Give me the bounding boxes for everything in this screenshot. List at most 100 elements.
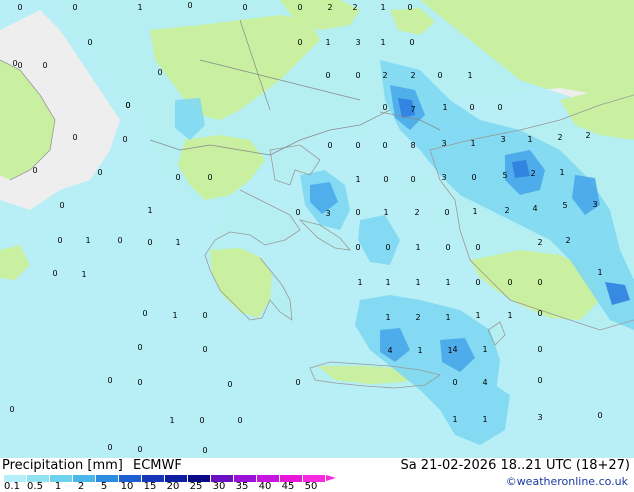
legend-color-bar: [4, 475, 336, 482]
grid-value-label: 0: [57, 236, 62, 245]
legend-tick-label: 10: [120, 481, 134, 492]
grid-value-label: 0: [137, 378, 142, 387]
grid-value-label: 0: [157, 68, 162, 77]
grid-value-label: 1: [442, 103, 447, 112]
grid-value-label: 0: [409, 38, 414, 47]
grid-value-label: 0: [507, 278, 512, 287]
grid-value-label: 2: [382, 71, 387, 80]
grid-value-label: 0: [407, 3, 412, 12]
grid-value-label: 0: [325, 71, 330, 80]
grid-value-label: 0: [175, 173, 180, 182]
grid-value-label: 2: [504, 206, 509, 215]
grid-value-label: 0: [537, 278, 542, 287]
grid-value-label: 0: [382, 103, 387, 112]
grid-value-label: 0: [199, 416, 204, 425]
legend-tick-label: 35: [235, 481, 249, 492]
grid-value-label: 1: [85, 236, 90, 245]
grid-value-label: 0: [32, 166, 37, 175]
grid-value-label: 0: [410, 175, 415, 184]
grid-value-label: 1: [482, 345, 487, 354]
grid-value-label: 1: [385, 313, 390, 322]
legend-tick-label: 45: [281, 481, 295, 492]
grid-value-label: 2: [327, 3, 332, 12]
grid-value-label: 0: [444, 208, 449, 217]
grid-value-label: 1: [452, 415, 457, 424]
grid-value-label: 0: [355, 141, 360, 150]
grid-value-label: 2: [537, 238, 542, 247]
grid-value-label: 1: [175, 238, 180, 247]
valid-time-label: Sa 21-02-2026 18..21 UTC (18+27): [400, 458, 630, 473]
grid-value-label: 2: [410, 71, 415, 80]
grid-value-label: 1: [137, 3, 142, 12]
grid-value-label: 0: [597, 411, 602, 420]
grid-value-label: 0: [97, 168, 102, 177]
legend-tick-label: 1: [54, 481, 62, 492]
grid-value-label: 3: [500, 135, 505, 144]
grid-value-label: 1: [597, 268, 602, 277]
grid-value-label: 0: [107, 443, 112, 452]
grid-value-label: 1: [445, 278, 450, 287]
grid-value-label: 1: [467, 71, 472, 80]
map-title: Precipitation [mm] ECMWF: [2, 458, 182, 473]
grid-value-label: 0: [137, 445, 142, 454]
legend-tick-label: 15: [143, 481, 157, 492]
grid-value-label: 1: [472, 207, 477, 216]
legend-swatch: [50, 475, 73, 482]
legend-tick-label: 40: [258, 481, 272, 492]
grid-value-label: 2: [415, 313, 420, 322]
grid-value-label: 0: [202, 446, 207, 455]
grid-value-label: 2: [557, 133, 562, 142]
grid-value-label: 0: [72, 3, 77, 12]
grid-value-label: 1: [325, 38, 330, 47]
grid-value-label: 0: [227, 380, 232, 389]
grid-value-label: 0: [122, 135, 127, 144]
grid-value-label: 0: [237, 416, 242, 425]
grid-value-label: 5: [562, 201, 567, 210]
grid-value-label: 3: [441, 139, 446, 148]
legend-swatch: [96, 475, 119, 482]
precipitation-map: 0 0 1 0 0 0 2 2 1 0 0 0 0 0 1 3 1 0 0 0 0 0 2 2 0 1 0 0 0 7 1 0 0 0 0 0 0 0 8 3…: [0, 0, 634, 458]
grid-value-label: 0: [242, 3, 247, 12]
grid-value-label: 0: [355, 71, 360, 80]
grid-value-label: 4: [482, 378, 487, 387]
legend-arrow-tip: [326, 475, 336, 481]
grid-value-label: 0: [355, 243, 360, 252]
grid-value-label: 0: [12, 59, 17, 68]
grid-value-label: 2: [585, 131, 590, 140]
grid-value-label: 2: [530, 169, 535, 178]
grid-value-label: 0: [295, 208, 300, 217]
grid-value-label: 0: [437, 71, 442, 80]
legend-tick-label: 20: [166, 481, 180, 492]
grid-value-label: 3: [441, 173, 446, 182]
grid-value-label: 0: [471, 173, 476, 182]
grid-value-label: 1: [417, 346, 422, 355]
grid-value-label: 0: [72, 133, 77, 142]
grid-value-label: 1: [172, 311, 177, 320]
grid-value-label: 8: [410, 141, 415, 150]
grid-value-label: 2: [414, 208, 419, 217]
grid-value-label: 0: [327, 141, 332, 150]
grid-value-label: 0: [497, 103, 502, 112]
legend-tick-label: 2: [77, 481, 85, 492]
grid-value-label: 0: [17, 3, 22, 12]
grid-value-label: 1: [81, 270, 86, 279]
grid-value-label: 1: [507, 311, 512, 320]
legend-tick-label: 5: [100, 481, 108, 492]
grid-value-label: 0: [202, 311, 207, 320]
grid-value-label: 0: [137, 343, 142, 352]
grid-value-label: 0: [385, 243, 390, 252]
grid-value-label: 4: [452, 345, 457, 354]
grid-value-label: 4: [532, 204, 537, 213]
grid-value-label: 0: [355, 208, 360, 217]
grid-value-label: 1: [482, 415, 487, 424]
grid-value-label: 5: [502, 171, 507, 180]
grid-value-label: 3: [325, 209, 330, 218]
grid-value-label: 0: [187, 1, 192, 10]
grid-value-label: 0: [297, 38, 302, 47]
grid-value-label: 0: [452, 378, 457, 387]
legend-tick-label: 0.1: [4, 481, 20, 492]
grid-value-label: 7: [410, 105, 415, 114]
map-footer: Precipitation [mm] ECMWF Sa 21-02-2026 1…: [0, 458, 634, 492]
grid-value-label: 0: [147, 238, 152, 247]
map-canvas: 0 0 1 0 0 0 2 2 1 0 0 0 0 0 1 3 1 0 0 0 0 0 2 2 0 1 0 0 0 7 1 0 0 0 0 0 0 0 8 3…: [0, 0, 634, 458]
